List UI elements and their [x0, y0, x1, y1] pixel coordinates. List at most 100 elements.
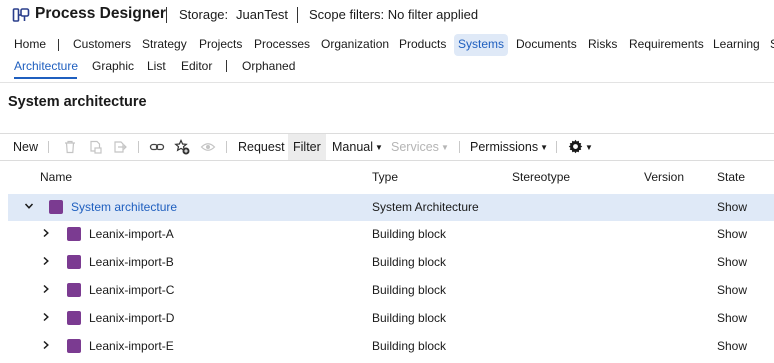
divider: [0, 160, 774, 161]
row-type: Building block: [372, 227, 447, 241]
row-name[interactable]: System architecture: [71, 200, 177, 214]
active-tab-indicator: [14, 77, 77, 79]
nav-item-projects[interactable]: Projects: [199, 34, 242, 56]
chevron-right-icon[interactable]: [41, 284, 51, 294]
chevron-right-icon[interactable]: [41, 340, 51, 350]
nav-item-learning[interactable]: Learning: [713, 34, 760, 56]
toolbar: New Request Filter Manual ▼ Services ▼ Per…: [0, 134, 774, 160]
table-row[interactable]: Leanix-import-D Building block Show: [8, 305, 774, 332]
table-row[interactable]: System architecture System Architecture …: [8, 194, 774, 221]
manual-dropdown[interactable]: Manual ▼: [332, 134, 383, 160]
row-state: Show: [717, 339, 748, 353]
building-block-icon: [67, 283, 81, 297]
table-row[interactable]: Leanix-import-C Building block Show: [8, 277, 774, 304]
storage-label: Storage:: [179, 7, 229, 22]
row-type: Building block: [372, 339, 447, 353]
favorite-add-icon[interactable]: [174, 139, 190, 155]
permissions-dropdown[interactable]: Permissions ▼: [470, 134, 548, 160]
caret-down-icon: ▼: [540, 143, 548, 152]
new-button[interactable]: New: [13, 134, 38, 160]
move-icon[interactable]: [112, 139, 128, 155]
nav-item-documents[interactable]: Documents: [516, 34, 577, 56]
sub-nav: Architecture Graphic List Editor Orphane…: [0, 57, 774, 81]
toolbar-divider: [226, 141, 227, 153]
column-header-state[interactable]: State: [717, 170, 745, 184]
table-row[interactable]: Leanix-import-A Building block Show: [8, 221, 774, 248]
copy-icon[interactable]: [87, 139, 103, 155]
nav-item-systems[interactable]: Systems: [454, 34, 509, 56]
building-block-icon: [67, 339, 81, 353]
row-name[interactable]: Leanix-import-B: [89, 255, 174, 269]
app-title: Process Designer: [35, 5, 166, 22]
row-state: Show: [717, 200, 748, 214]
row-name[interactable]: Leanix-import-D: [89, 311, 174, 325]
chevron-down-icon[interactable]: [24, 201, 34, 211]
tab-list[interactable]: List: [147, 59, 166, 73]
system-architecture-icon: [49, 200, 63, 214]
row-name[interactable]: Leanix-import-A: [89, 227, 174, 241]
watch-icon[interactable]: [200, 139, 216, 155]
nav-item-processes[interactable]: Processes: [254, 34, 310, 56]
nav-item-customers[interactable]: Customers: [73, 34, 131, 56]
column-header-stereotype[interactable]: Stereotype: [512, 170, 570, 184]
divider: [0, 82, 774, 83]
column-header-version[interactable]: Version: [644, 170, 684, 184]
filter-button[interactable]: Filter: [288, 134, 326, 160]
nav-item-requirements[interactable]: Requirements: [629, 34, 704, 56]
building-block-icon: [67, 311, 81, 325]
toolbar-divider: [48, 141, 49, 153]
chevron-right-icon[interactable]: [41, 256, 51, 266]
toolbar-divider: [459, 141, 460, 153]
toolbar-divider: [556, 141, 557, 153]
gear-icon: [568, 139, 583, 154]
settings-dropdown[interactable]: ▼: [568, 134, 593, 160]
app-header: Process Designer Storage: JuanTest Scope…: [0, 0, 774, 30]
nav-item-products[interactable]: Products: [399, 34, 446, 56]
tab-graphic[interactable]: Graphic: [92, 59, 134, 73]
services-label: Services: [391, 140, 439, 154]
scope-filters[interactable]: Scope filters: No filter applied: [309, 7, 478, 22]
process-designer-logo-icon: [12, 8, 30, 22]
permissions-label: Permissions: [470, 140, 539, 154]
manual-label: Manual: [332, 140, 373, 154]
caret-down-icon: ▼: [375, 143, 383, 152]
row-name[interactable]: Leanix-import-C: [89, 283, 174, 297]
building-block-icon: [67, 227, 81, 241]
row-type: Building block: [372, 311, 447, 325]
row-state: Show: [717, 283, 748, 297]
page-title: System architecture: [8, 94, 147, 110]
row-state: Show: [717, 227, 748, 241]
nav-item-risks[interactable]: Risks: [588, 34, 617, 56]
main-nav: Home Customers Strategy Projects Process…: [0, 34, 774, 56]
row-type: Building block: [372, 255, 447, 269]
building-block-icon: [67, 255, 81, 269]
tab-orphaned[interactable]: Orphaned: [242, 59, 295, 73]
caret-down-icon: ▼: [585, 143, 593, 152]
storage-value[interactable]: JuanTest: [236, 7, 288, 22]
nav-item-overflow[interactable]: S: [770, 34, 774, 56]
header-divider: [166, 7, 167, 23]
link-icon[interactable]: [149, 139, 165, 155]
nav-item-strategy[interactable]: Strategy: [142, 34, 187, 56]
row-name[interactable]: Leanix-import-E: [89, 339, 174, 353]
table-row[interactable]: Leanix-import-B Building block Show: [8, 249, 774, 276]
tab-architecture[interactable]: Architecture: [14, 59, 78, 73]
table-row[interactable]: Leanix-import-E Building block Show: [8, 333, 774, 360]
caret-down-icon: ▼: [440, 143, 449, 152]
tab-editor[interactable]: Editor: [181, 59, 212, 73]
toolbar-divider: [138, 141, 139, 153]
chevron-right-icon[interactable]: [41, 228, 51, 238]
row-type: Building block: [372, 283, 447, 297]
header-divider: [297, 7, 298, 23]
nav-divider: [58, 39, 59, 51]
nav-item-organization[interactable]: Organization: [321, 34, 389, 56]
services-dropdown[interactable]: Services ▼: [391, 134, 449, 160]
column-header-type[interactable]: Type: [372, 170, 398, 184]
sub-nav-divider: [226, 60, 227, 72]
trash-icon[interactable]: [62, 139, 78, 155]
nav-item-home[interactable]: Home: [14, 34, 46, 56]
row-state: Show: [717, 311, 748, 325]
column-header-name[interactable]: Name: [40, 170, 72, 184]
chevron-right-icon[interactable]: [41, 312, 51, 322]
request-button[interactable]: Request: [238, 134, 285, 160]
